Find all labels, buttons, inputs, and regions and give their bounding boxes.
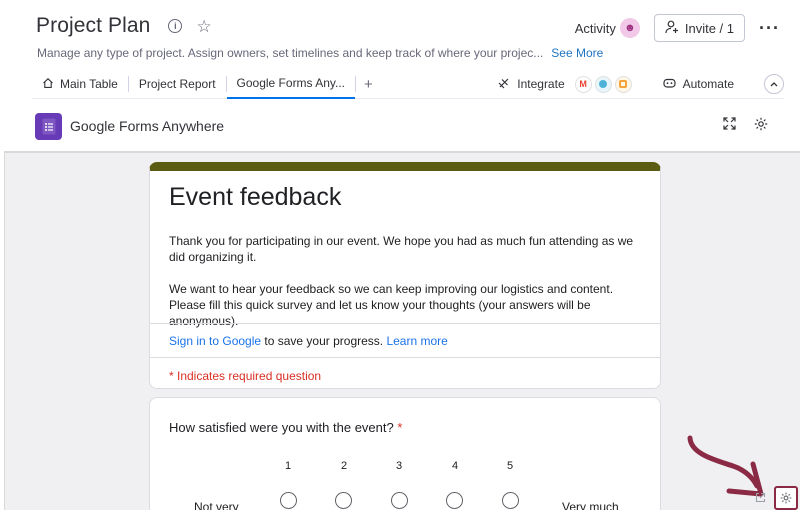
add-person-icon: [665, 20, 679, 37]
integration-app-icon: [594, 75, 612, 93]
scale-number: 4: [451, 460, 459, 472]
tab-main-table[interactable]: Main Table: [32, 70, 128, 99]
info-icon[interactable]: i: [168, 19, 183, 33]
scale-number: 2: [340, 460, 348, 472]
rating-radio-4[interactable]: [446, 492, 463, 509]
widget-settings-gear-icon[interactable]: [774, 486, 798, 510]
embedded-form-frame: Event feedback Thank you for participati…: [4, 151, 800, 510]
app-name: Google Forms Anywhere: [70, 118, 225, 134]
scale-low-label: Not very: [194, 500, 239, 510]
calendar-icon: [614, 75, 632, 93]
invite-label: Invite / 1: [684, 20, 735, 36]
tab-label: Google Forms Any...: [236, 76, 346, 90]
integrate-label: Integrate: [517, 77, 565, 91]
tab-toolbar: Integrate M Automate: [497, 74, 784, 94]
app-actions: [723, 117, 768, 135]
automate-button[interactable]: Automate: [662, 77, 734, 92]
gmail-icon: M: [574, 75, 592, 93]
form-intro-paragraph: We want to hear your feedback so we can …: [169, 282, 614, 328]
more-options-icon[interactable]: ···: [759, 18, 780, 39]
question-card: How satisfied were you with the event? *…: [149, 397, 661, 510]
rating-radio-5[interactable]: [502, 492, 519, 509]
learn-more-link[interactable]: Learn more: [386, 334, 447, 348]
rating-radio-3[interactable]: [391, 492, 408, 509]
add-view-button[interactable]: +: [356, 70, 381, 99]
robot-icon: [662, 77, 677, 92]
signin-row: Sign in to Google to save your progress.…: [169, 334, 448, 348]
tab-project-report[interactable]: Project Report: [129, 70, 226, 99]
rating-radio-2[interactable]: [335, 492, 352, 509]
board-title[interactable]: Project Plan: [36, 14, 150, 38]
app-bar: Google Forms Anywhere: [32, 108, 784, 144]
integrate-button[interactable]: Integrate M: [497, 75, 632, 93]
collapse-header-button[interactable]: [764, 74, 784, 94]
home-icon: [42, 77, 54, 92]
integration-logos: M: [574, 75, 632, 93]
required-mark: *: [393, 420, 403, 435]
google-forms-icon: [35, 112, 62, 140]
scale-number: 1: [284, 460, 292, 472]
board-description: Manage any type of project. Assign owner…: [37, 46, 603, 60]
open-external-icon[interactable]: [755, 492, 766, 506]
tab-google-forms[interactable]: Google Forms Any...: [226, 70, 356, 99]
integrate-icon: [497, 76, 511, 93]
scale-number: 5: [506, 460, 514, 472]
automate-label: Automate: [682, 77, 734, 91]
description-text: Manage any type of project. Assign owner…: [37, 46, 544, 60]
page: Project Plan i ☆ Activity ☻ Invite / 1 ·…: [0, 0, 800, 510]
divider: [150, 357, 660, 358]
activity-button[interactable]: Activity: [575, 21, 616, 36]
required-note: * Indicates required question: [169, 369, 322, 383]
view-tabs: Main Table Project Report Google Forms A…: [32, 70, 784, 99]
invite-button[interactable]: Invite / 1: [653, 14, 746, 42]
divider: [150, 323, 660, 324]
question-label: How satisfied were you with the event?: [169, 420, 394, 435]
form-header-card: Event feedback Thank you for participati…: [149, 162, 661, 389]
rating-radio-1[interactable]: [280, 492, 297, 509]
settings-gear-icon[interactable]: [754, 117, 768, 135]
tab-label: Main Table: [60, 77, 118, 91]
header-actions: Activity ☻ Invite / 1 ···: [575, 14, 780, 42]
question-text: How satisfied were you with the event? *: [169, 420, 402, 435]
scale-high-label: Very much: [562, 500, 619, 510]
fullscreen-icon[interactable]: [723, 117, 736, 135]
avatar[interactable]: ☻: [619, 18, 640, 38]
see-more-link[interactable]: See More: [551, 46, 603, 60]
form-intro-paragraph: Thank you for participating in our event…: [169, 234, 634, 264]
tab-label: Project Report: [138, 77, 216, 91]
title-row: Project Plan i ☆: [36, 14, 212, 38]
form-title: Event feedback: [169, 183, 342, 211]
signin-link[interactable]: Sign in to Google: [169, 334, 261, 348]
scale-number: 3: [395, 460, 403, 472]
star-icon[interactable]: ☆: [196, 18, 211, 35]
signin-text: to save your progress.: [261, 334, 387, 348]
